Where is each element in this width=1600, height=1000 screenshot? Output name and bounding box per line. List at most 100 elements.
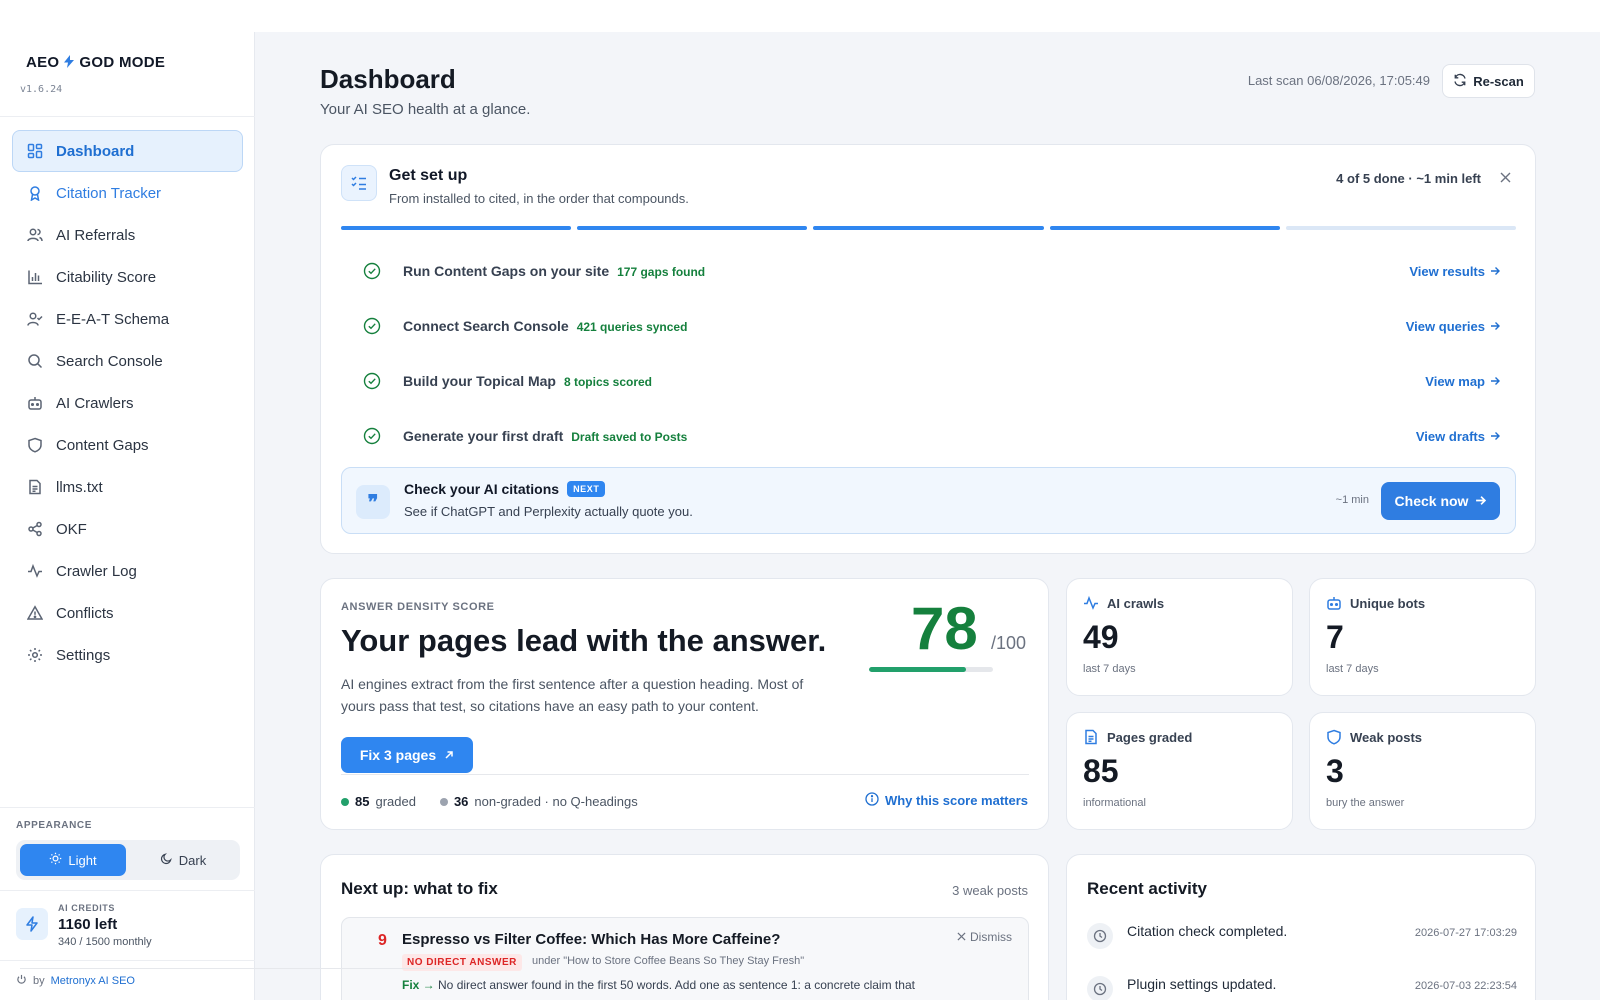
sidebar-item-conflicts[interactable]: Conflicts — [12, 592, 243, 634]
stat-card-unique-bots[interactable]: Unique bots 7 last 7 days — [1309, 578, 1536, 696]
density-legend: 85 graded 36 non-graded · no Q-headings — [341, 794, 638, 809]
search-icon — [26, 352, 44, 370]
sidebar-item-content-gaps[interactable]: Content Gaps — [12, 424, 243, 466]
brand-logo[interactable]: AEO GOD MODE — [26, 54, 165, 71]
sidebar-divider — [0, 890, 255, 891]
brand-right: GOD MODE — [79, 54, 166, 71]
quote-icon: ❞ — [356, 485, 390, 519]
next-step-time: ~1 min — [1335, 494, 1369, 506]
view-queries-link[interactable]: View queries — [1406, 319, 1500, 334]
byline: by Metronyx AI SEO — [16, 974, 135, 988]
sidebar-item-eeat-schema[interactable]: E-E-A-T Schema — [12, 298, 243, 340]
arrow-right-icon — [1475, 493, 1487, 509]
bot-icon — [26, 394, 44, 412]
fix-pages-label: Fix 3 pages — [359, 747, 437, 763]
check-now-button[interactable]: Check now — [1381, 482, 1500, 520]
density-body: AI engines extract from the first senten… — [341, 676, 804, 714]
users-icon — [26, 226, 44, 244]
sidebar-item-ai-referrals[interactable]: AI Referrals — [12, 214, 243, 256]
step-link-label: View map — [1425, 373, 1485, 389]
stat-card-pages-graded[interactable]: Pages graded 85 informational — [1066, 712, 1293, 830]
recent-activity-card: Recent activity Citation check completed… — [1066, 854, 1536, 1000]
sidebar-item-citability-score[interactable]: Citability Score — [12, 256, 243, 298]
graded-count: 85 — [355, 794, 370, 809]
step-link-label: View results — [1409, 263, 1485, 279]
stat-card-ai-crawls[interactable]: AI crawls 49 last 7 days — [1066, 578, 1293, 696]
setup-title: Get set up — [389, 167, 468, 184]
sidebar-item-dashboard[interactable]: Dashboard — [12, 130, 243, 172]
graded-label: graded — [375, 794, 416, 809]
page-subtitle: Your AI SEO health at a glance. — [320, 101, 531, 118]
stat-value: 7 — [1326, 619, 1344, 655]
stat-card-weak-posts[interactable]: Weak posts 3 bury the answer — [1309, 712, 1536, 830]
stat-value: 85 — [1083, 753, 1119, 789]
sidebar-item-label: Crawler Log — [56, 562, 137, 580]
checklist-icon — [341, 165, 377, 201]
nongraded-label: non-graded · no Q-headings — [474, 794, 638, 809]
power-icon — [16, 974, 27, 988]
vendor-link[interactable]: Metronyx AI SEO — [51, 975, 135, 987]
fix-item-title[interactable]: Espresso vs Filter Coffee: Which Has Mor… — [402, 931, 780, 948]
check-circle-icon — [363, 372, 381, 390]
close-icon[interactable] — [1497, 169, 1513, 185]
stat-title: AI crawls — [1107, 595, 1165, 611]
shield-icon — [1326, 729, 1342, 745]
step-label: Generate your first draft — [403, 428, 564, 444]
stat-value: 3 — [1326, 753, 1344, 789]
fix-label: Fix → — [402, 978, 435, 992]
next-step-panel: ❞ Check your AI citations NEXT See if Ch… — [341, 467, 1516, 534]
density-score-fill — [869, 667, 966, 672]
file-icon — [26, 478, 44, 496]
nongraded-count: 36 — [453, 794, 469, 809]
stat-value: 49 — [1083, 619, 1119, 655]
why-score-link[interactable]: Why this score matters — [865, 792, 1028, 809]
fix-list-item[interactable]: 9 Espresso vs Filter Coffee: Which Has M… — [341, 917, 1029, 1000]
density-label: ANSWER DENSITY SCORE — [341, 601, 495, 613]
sidebar-item-okf[interactable]: OKF — [12, 508, 243, 550]
setup-progress-bar — [341, 226, 1517, 230]
activity-text: Plugin settings updated. — [1127, 976, 1277, 992]
view-drafts-link[interactable]: View drafts — [1416, 429, 1500, 444]
sidebar-item-label: Conflicts — [56, 604, 114, 622]
rescan-label: Re-scan — [1473, 73, 1524, 89]
sidebar-nav: Dashboard Citation Tracker AI Referrals … — [12, 130, 243, 676]
view-map-link[interactable]: View map — [1425, 374, 1500, 389]
density-divider — [341, 774, 1029, 775]
setup-card: Get set up From installed to cited, in t… — [320, 144, 1536, 554]
bot-icon — [1326, 595, 1342, 611]
rescan-button[interactable]: Re-scan — [1442, 64, 1535, 98]
check-circle-icon — [363, 262, 381, 280]
sidebar-item-crawler-log[interactable]: Crawler Log — [12, 550, 243, 592]
theme-light-button[interactable]: Light — [20, 844, 126, 876]
view-results-link[interactable]: View results — [1409, 264, 1500, 279]
next-step-subtitle: See if ChatGPT and Perplexity actually q… — [404, 504, 693, 519]
setup-step: Build your Topical Map 8 topics scored V… — [341, 361, 1516, 401]
version-label: v1.6.24 — [20, 84, 63, 95]
sidebar-item-settings[interactable]: Settings — [12, 634, 243, 676]
check-circle-icon — [363, 427, 381, 445]
sidebar-item-label: Citation Tracker — [56, 184, 162, 202]
sidebar-item-label: Settings — [56, 646, 111, 664]
step-status: 421 queries synced — [576, 320, 688, 334]
density-score-max: /100 — [991, 633, 1027, 653]
sidebar-item-citation-tracker[interactable]: Citation Tracker — [12, 172, 243, 214]
sidebar-item-label: E-E-A-T Schema — [56, 310, 170, 328]
density-score: 78 — [911, 595, 978, 662]
shield-icon — [26, 436, 44, 454]
grid-icon — [26, 142, 44, 160]
dismiss-button[interactable]: Dismiss — [957, 930, 1012, 944]
sidebar-item-search-console[interactable]: Search Console — [12, 340, 243, 382]
stat-title: Weak posts — [1350, 729, 1423, 745]
gear-icon — [26, 646, 44, 664]
step-label: Build your Topical Map — [403, 373, 556, 389]
fix-pages-button[interactable]: Fix 3 pages — [341, 737, 473, 773]
arrow-right-icon — [1490, 264, 1500, 279]
credits-sub: 340 / 1500 monthly — [58, 936, 152, 948]
appearance-label: APPEARANCE — [16, 820, 93, 831]
sidebar-item-ai-crawlers[interactable]: AI Crawlers — [12, 382, 243, 424]
close-icon — [957, 930, 966, 944]
sidebar-item-llms-txt[interactable]: llms.txt — [12, 466, 243, 508]
nongraded-dot — [439, 797, 448, 806]
setup-step: Connect Search Console 421 queries synce… — [341, 306, 1516, 346]
theme-dark-button[interactable]: Dark — [130, 844, 236, 876]
